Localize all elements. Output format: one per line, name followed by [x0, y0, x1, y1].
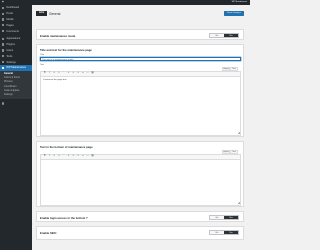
submenu-item-settings[interactable]: Settings [0, 93, 32, 97]
title-field-label: Title [40, 53, 45, 56]
sidebar-item-label: Tools [6, 54, 13, 58]
panel-title: Enable maintenance mode [40, 33, 76, 38]
text-field-label: Text [40, 63, 45, 66]
brush-icon [2, 37, 5, 41]
sidebar-item-label: Pages [6, 23, 14, 27]
bulleted-list-icon[interactable]: ≡ [53, 72, 56, 75]
gear-icon [2, 66, 5, 70]
collapse-menu-button[interactable] [0, 101, 32, 107]
sidebar-item-label: Comments [6, 29, 19, 33]
align-right-icon[interactable]: ≡ [76, 72, 79, 75]
bottom-text-editor[interactable]: B I ≡ ≡ “ ≡ ≡ ≡ ∞ ⋯ ▦ [40, 153, 241, 206]
editor-content: Content of the page text [43, 78, 67, 81]
wrench-icon [2, 55, 5, 58]
numbered-list-icon[interactable]: ≡ [57, 72, 60, 75]
align-center-icon[interactable]: ≡ [72, 72, 75, 75]
comment-icon [2, 29, 5, 33]
italic-icon[interactable]: I [48, 72, 51, 75]
toolbar-toggle-icon[interactable]: ▦ [91, 72, 94, 75]
quote-icon[interactable]: “ [62, 155, 65, 158]
login-access-panel: Enable login access in the bottom ? No Y… [36, 211, 244, 222]
link-icon[interactable]: ∞ [81, 155, 84, 158]
sidebar-item-label: Settings [6, 60, 16, 64]
align-right-icon[interactable]: ≡ [76, 155, 79, 158]
resize-handle[interactable] [237, 202, 240, 204]
sidebar-submenu: General Colors & Fonts Pictures CountDown Co… [0, 70, 32, 99]
bold-icon[interactable]: B [43, 72, 46, 75]
page-icon [2, 24, 5, 27]
plugin-logo: WPM [36, 11, 47, 16]
resize-handle[interactable] [237, 132, 240, 134]
bulleted-list-icon[interactable]: ≡ [53, 155, 56, 158]
sidebar-item-label: Users [6, 48, 14, 52]
toggle-no-option[interactable]: No [210, 231, 224, 234]
panel-title: Enable login access in the bottom ? [40, 215, 88, 220]
sidebar-item-label: WP Maintenance [6, 66, 27, 70]
more-icon[interactable]: ⋯ [86, 72, 89, 75]
sidebar-item-label: Dashboard [6, 6, 20, 10]
maintenance-text-editor[interactable]: B I ≡ ≡ “ ≡ ≡ ≡ ∞ ⋯ ▦ Content of the pag… [40, 70, 241, 136]
sidebar-item-label: Plugins [6, 43, 15, 47]
align-left-icon[interactable]: ≡ [67, 72, 70, 75]
align-left-icon[interactable]: ≡ [67, 155, 70, 158]
settings-icon [2, 60, 5, 64]
save-changes-button[interactable]: Save changes [224, 11, 244, 16]
align-center-icon[interactable]: ≡ [72, 155, 75, 158]
toggle-yes-option[interactable]: Yes [224, 34, 238, 37]
plugin-icon [2, 43, 5, 46]
panel-title: Title and text for the maintenance page [40, 48, 92, 52]
panel-title: Enable SEO: [40, 230, 57, 235]
toggle-yes-option[interactable]: Yes [224, 216, 238, 219]
title-input[interactable]: The site is in maintenance mode [40, 56, 241, 61]
title-and-text-panel: Title and text for the maintenance page … [36, 44, 244, 137]
enable-maintenance-toggle[interactable]: No Yes [209, 33, 239, 38]
user-icon [2, 49, 5, 52]
wordpress-logo-icon[interactable]: ◉ [2, 1, 4, 4]
page-header: WPM General [36, 11, 60, 16]
media-icon [2, 18, 5, 21]
seo-toggle[interactable]: No Yes [209, 230, 239, 235]
toggle-no-option[interactable]: No [210, 34, 224, 37]
pin-icon [2, 12, 5, 15]
quote-icon[interactable]: “ [62, 72, 65, 75]
numbered-list-icon[interactable]: ≡ [57, 155, 60, 158]
page-title: General [49, 11, 61, 16]
main-content: WPM General Save changes Enable maintena… [32, 5, 250, 250]
panel-title: Text in the bottom of maintenance page [40, 145, 93, 149]
sidebar-item-label: Appearance [6, 37, 21, 41]
italic-icon[interactable]: I [48, 155, 51, 158]
seo-panel: Enable SEO: No Yes [36, 226, 244, 240]
enable-maintenance-panel: Enable maintenance mode No Yes [36, 29, 244, 40]
toggle-yes-option[interactable]: Yes [224, 231, 238, 234]
login-access-toggle[interactable]: No Yes [209, 215, 239, 220]
bold-icon[interactable]: B [43, 155, 46, 158]
collapse-icon [2, 102, 5, 105]
admin-bar-site-link[interactable]: WP Maintenance [232, 1, 247, 4]
sidebar-item-label: Media [6, 17, 14, 21]
admin-sidebar: Dashboard Posts Media Pages Comments Appeara… [0, 5, 32, 250]
sidebar-item-label: Posts [6, 12, 13, 16]
editor-toolbar: B I ≡ ≡ “ ≡ ≡ ≡ ∞ ⋯ ▦ [41, 71, 240, 77]
dashboard-icon [2, 6, 5, 10]
more-icon[interactable]: ⋯ [86, 155, 89, 158]
link-icon[interactable]: ∞ [81, 72, 84, 75]
toggle-no-option[interactable]: No [210, 216, 224, 219]
editor-toolbar: B I ≡ ≡ “ ≡ ≡ ≡ ∞ ⋯ ▦ [41, 154, 240, 160]
toolbar-toggle-icon[interactable]: ▦ [91, 155, 94, 158]
bottom-text-panel: Text in the bottom of maintenance page V… [36, 141, 244, 207]
